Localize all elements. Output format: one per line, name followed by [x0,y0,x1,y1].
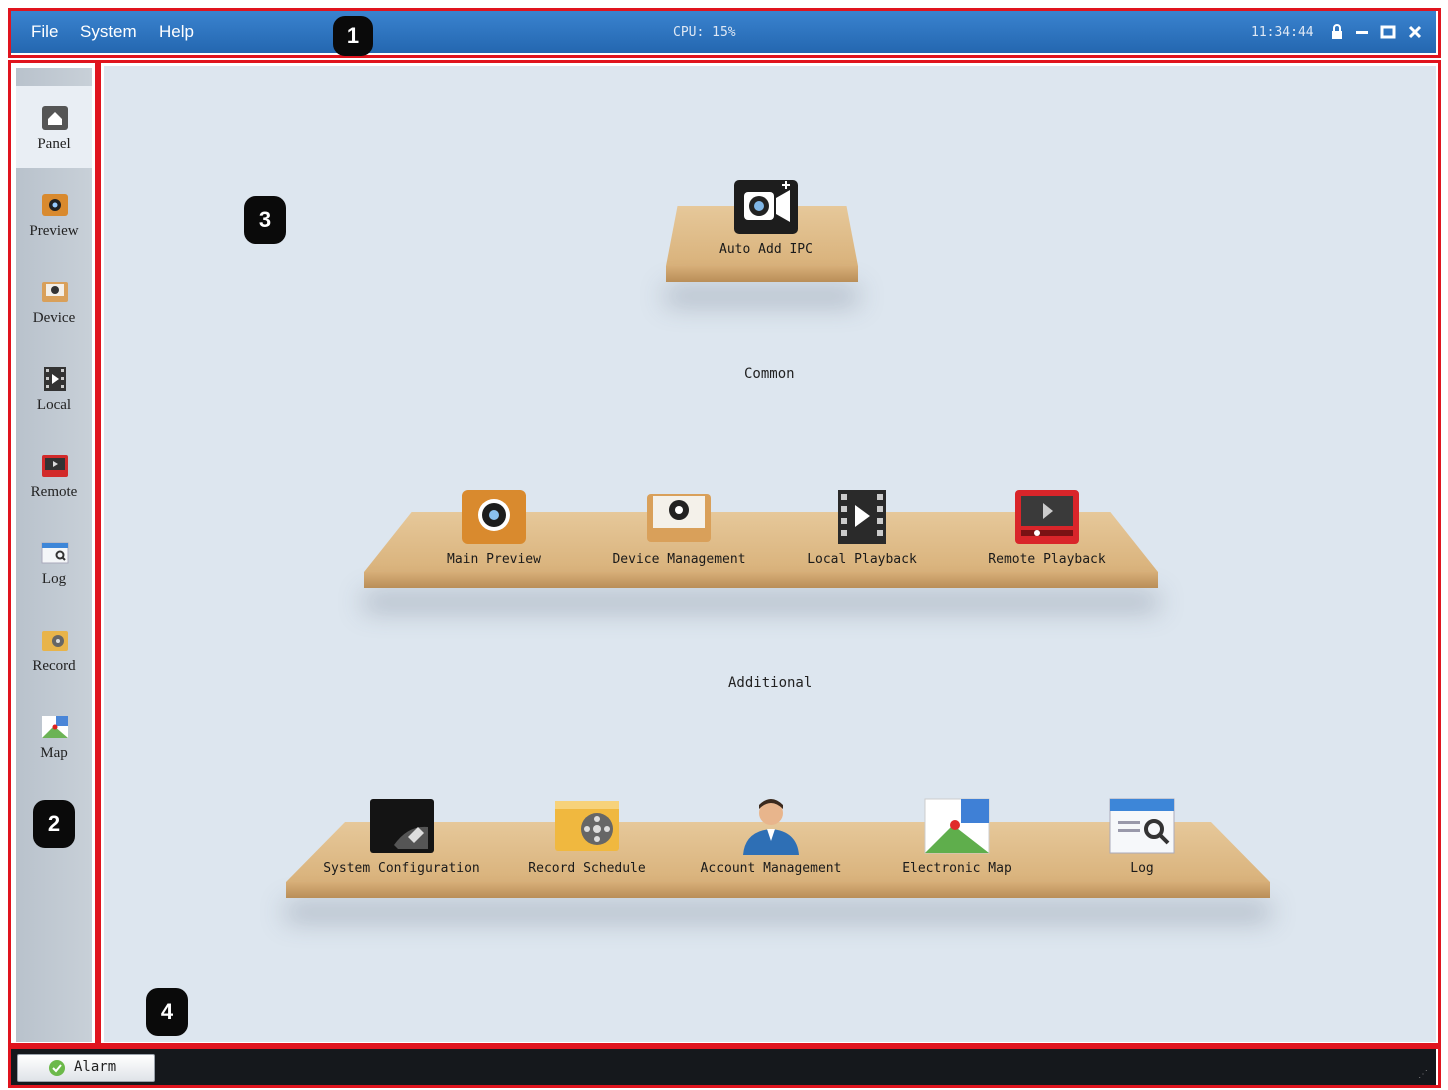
map-icon [40,713,70,741]
log-icon [40,539,70,567]
auto-add-ipc-button[interactable]: Auto Add IPC [696,178,836,268]
sidebar-item-label: Panel [37,136,71,152]
device-management-button[interactable]: Device Management [604,488,754,578]
device-icon [40,278,70,306]
electronic-map-button[interactable]: Electronic Map [887,797,1027,887]
clock: 11:34:44 [1251,25,1314,40]
menu-help[interactable]: Help [159,22,194,42]
sidebar-item-label: Remote [30,484,78,500]
log-button[interactable]: Log [1072,797,1212,887]
system-config-icon [368,797,436,855]
sidebar-item-label: Local [36,397,72,413]
maximize-icon[interactable] [1379,23,1397,41]
local-playback-icon [828,488,896,546]
sidebar-item-label: Preview [29,223,79,239]
close-icon[interactable] [1406,23,1424,41]
preview-icon [40,191,70,219]
account-icon [737,797,805,855]
sidebar-item-preview[interactable]: Preview [16,173,92,255]
sidebar-item-device[interactable]: Device [16,260,92,342]
app-label: Remote Playback [988,552,1106,567]
section-common-label: Common [744,366,795,382]
camera-add-icon [732,178,800,236]
resize-grip-icon[interactable]: ⋰ [1418,1069,1428,1080]
sidebar-item-record[interactable]: Record [16,608,92,690]
main-panel: Auto Add IPC Common Main Preview Device … [104,66,1436,1042]
device-management-icon [645,488,713,546]
sidebar-item-remote[interactable]: Remote [16,434,92,516]
remote-playback-icon [1013,488,1081,546]
app-label: Device Management [612,552,746,567]
app-label: Account Management [700,861,842,876]
app-label: System Configuration [323,861,480,876]
remote-playback-icon [40,452,70,480]
sidebar: Panel Preview Device Local Remote Log Re… [16,68,92,1042]
electronic-map-icon [923,797,991,855]
film-icon [40,365,70,393]
callout-1: 1 [333,16,373,56]
local-playback-button[interactable]: Local Playback [792,488,932,578]
sidebar-item-panel[interactable]: Panel [16,86,92,168]
menu-system[interactable]: System [80,22,137,42]
main-preview-button[interactable]: Main Preview [424,488,564,578]
app-label: Local Playback [807,552,917,567]
minimize-icon[interactable] [1353,23,1371,41]
cpu-usage: CPU: 15% [673,25,736,40]
callout-4: 4 [146,988,188,1036]
system-configuration-button[interactable]: System Configuration [314,797,489,887]
callout-3: 3 [244,196,286,244]
home-icon [40,104,70,132]
title-bar: File System Help CPU: 15% 11:34:44 [11,11,1436,53]
app-label: Log [1130,861,1154,876]
section-additional-label: Additional [728,675,813,691]
sidebar-item-log[interactable]: Log [16,521,92,603]
account-management-button[interactable]: Account Management [691,797,851,887]
sidebar-item-map[interactable]: Map [16,695,92,777]
remote-playback-button[interactable]: Remote Playback [974,488,1120,578]
record-icon [40,626,70,654]
app-label: Auto Add IPC [719,242,813,257]
sidebar-item-label: Device [32,310,76,326]
alarm-button[interactable]: Alarm [17,1054,155,1082]
sidebar-item-local[interactable]: Local [16,347,92,429]
sidebar-item-label: Log [41,571,67,587]
alarm-icon [48,1059,66,1077]
callout-2: 2 [33,800,75,848]
record-schedule-icon [553,797,621,855]
app-label: Record Schedule [528,861,646,876]
status-bar: Alarm ⋰ [11,1049,1436,1086]
main-preview-icon [460,488,528,546]
record-schedule-button[interactable]: Record Schedule [517,797,657,887]
alarm-label: Alarm [74,1059,117,1075]
app-label: Main Preview [447,552,541,567]
app-label: Electronic Map [902,861,1012,876]
log-icon [1108,797,1176,855]
lock-icon[interactable] [1328,23,1346,41]
sidebar-item-label: Map [40,745,68,761]
sidebar-item-label: Record [32,658,76,674]
menu-file[interactable]: File [31,22,58,42]
